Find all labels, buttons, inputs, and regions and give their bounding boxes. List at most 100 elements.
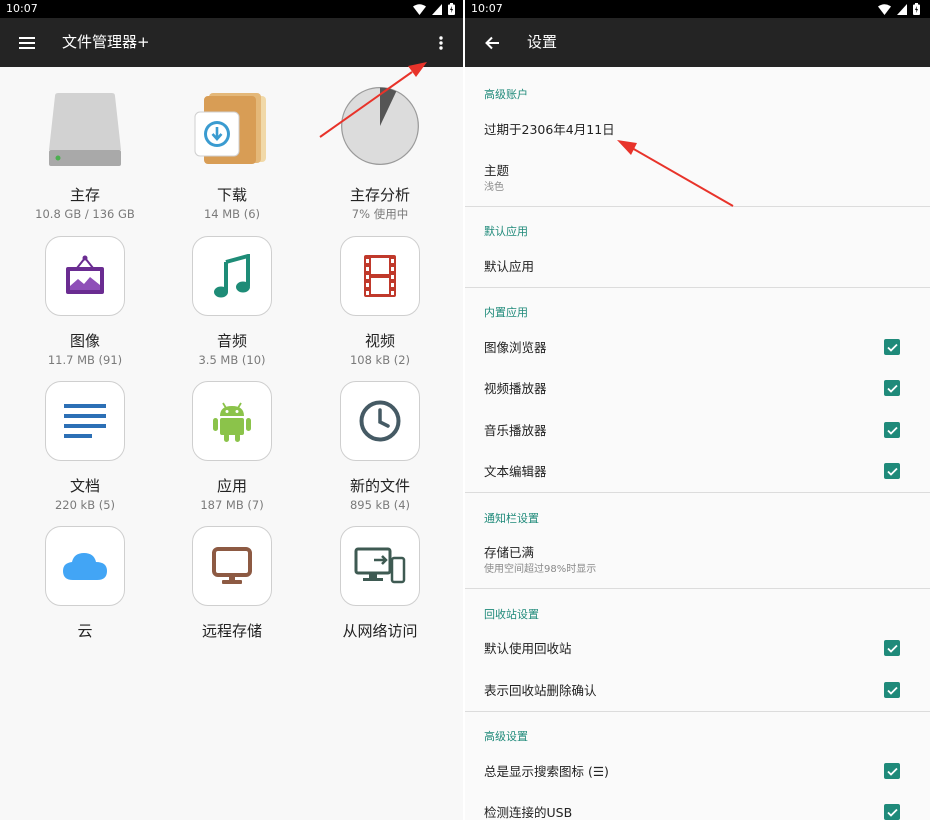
status-icons — [413, 3, 455, 15]
section-divider — [465, 492, 930, 493]
settings-screen: 10:07 设置 高级账户 过期于2306年4月11日 主题 浅色 默认应用 默… — [465, 0, 930, 820]
wifi-icon — [413, 3, 426, 15]
app-bar: 设置 — [465, 18, 930, 67]
checkbox-recycle-confirm[interactable] — [884, 682, 900, 698]
tile-network-access[interactable]: 从网络访问 — [310, 526, 450, 666]
clock-icon — [359, 400, 401, 442]
tile-sub: 14 MB (6) — [203, 207, 261, 221]
file-manager-screen: 10:07 文件管理器+ 主存 10.8 GB / 136 GB 下载 14 M… — [0, 0, 465, 820]
premium-expiry[interactable]: 过期于2306年4月11日 — [484, 122, 615, 138]
section-header-notification: 通知栏设置 — [484, 512, 539, 525]
tile-sub: 895 kB (4) — [349, 498, 411, 512]
advanced-item-search-icon[interactable]: 总是显示搜索图标 (☰) — [484, 764, 609, 780]
check-icon — [886, 808, 898, 817]
tile-sub: 11.7 MB (91) — [47, 353, 123, 367]
checkbox-use-recycle-bin[interactable] — [884, 640, 900, 656]
tile-sub: 3.5 MB (10) — [198, 353, 266, 367]
theme-value: 浅色 — [484, 182, 504, 193]
app-title: 文件管理器+ — [62, 33, 150, 51]
recycle-item-use-default[interactable]: 默认使用回收站 — [484, 641, 572, 657]
tile-remote-storage[interactable]: 远程存储 — [162, 526, 302, 666]
tile-sub: 7% 使用中 — [351, 207, 409, 221]
tile-documents[interactable]: 文档 220 kB (5) — [15, 381, 155, 521]
back-button[interactable] — [479, 30, 505, 56]
tile-label: 主存分析 — [349, 186, 410, 204]
theme-title[interactable]: 主题 — [484, 163, 509, 179]
network-devices-icon — [354, 547, 406, 584]
status-time: 10:07 — [6, 2, 38, 15]
tile-label: 应用 — [216, 477, 247, 495]
recycle-item-confirm[interactable]: 表示回收站删除确认 — [484, 683, 597, 699]
status-bar: 10:07 — [465, 0, 930, 18]
tile-label: 远程存储 — [201, 622, 262, 640]
checkbox-detect-usb[interactable] — [884, 804, 900, 820]
status-bar: 10:07 — [0, 0, 465, 18]
cell-signal-icon — [432, 3, 442, 15]
section-header-builtin: 内置应用 — [484, 306, 528, 319]
tile-main-storage[interactable]: 主存 10.8 GB / 136 GB — [15, 90, 155, 230]
more-vertical-icon — [439, 36, 443, 50]
tile-new-files[interactable]: 新的文件 895 kB (4) — [310, 381, 450, 521]
download-folder-icon — [194, 93, 266, 164]
monitor-icon — [212, 547, 252, 584]
section-header-default-app: 默认应用 — [484, 225, 528, 238]
overflow-menu-button[interactable] — [431, 30, 451, 56]
hamburger-icon — [19, 37, 35, 49]
check-icon — [886, 426, 898, 435]
tile-sub: 220 kB (5) — [54, 498, 116, 512]
tile-images[interactable]: 图像 11.7 MB (91) — [15, 236, 155, 376]
checkbox-video-player[interactable] — [884, 380, 900, 396]
tile-downloads[interactable]: 下载 14 MB (6) — [162, 90, 302, 230]
tile-cloud[interactable]: 云 — [15, 526, 155, 666]
checkbox-show-search-icon[interactable] — [884, 763, 900, 779]
builtin-item-video-player[interactable]: 视频播放器 — [484, 381, 547, 397]
tile-label: 图像 — [69, 332, 100, 350]
check-icon — [886, 767, 898, 776]
builtin-item-music-player[interactable]: 音乐播放器 — [484, 423, 547, 439]
android-icon — [213, 402, 251, 442]
settings-title: 设置 — [527, 33, 558, 51]
battery-icon — [913, 3, 920, 15]
section-header-premium: 高级账户 — [484, 88, 528, 101]
default-app-item[interactable]: 默认应用 — [484, 259, 534, 275]
status-icons — [878, 3, 920, 15]
section-divider — [465, 588, 930, 589]
cell-signal-icon — [897, 3, 907, 15]
film-strip-icon — [364, 255, 396, 297]
document-lines-icon — [64, 404, 106, 438]
checkbox-image-viewer[interactable] — [884, 339, 900, 355]
tile-label: 主存 — [69, 186, 100, 204]
check-icon — [886, 343, 898, 352]
tile-sub: 187 MB (7) — [200, 498, 264, 512]
wifi-icon — [878, 3, 891, 15]
tile-storage-analysis[interactable]: 主存分析 7% 使用中 — [310, 87, 450, 230]
section-divider — [465, 206, 930, 207]
builtin-item-text-editor[interactable]: 文本编辑器 — [484, 464, 547, 480]
tile-label: 文档 — [69, 477, 100, 495]
section-divider — [465, 287, 930, 288]
advanced-item-detect-usb[interactable]: 检测连接的USB — [484, 805, 572, 820]
tile-label: 云 — [77, 622, 93, 640]
storage-full-sub: 使用空间超过98%时显示 — [484, 564, 597, 575]
pie-chart-icon — [341, 87, 419, 165]
music-note-icon — [214, 254, 250, 298]
arrow-back-icon — [485, 36, 499, 50]
check-icon — [886, 467, 898, 476]
check-icon — [886, 384, 898, 393]
tile-label: 下载 — [216, 186, 247, 204]
checkbox-text-editor[interactable] — [884, 463, 900, 479]
checkbox-music-player[interactable] — [884, 422, 900, 438]
hamburger-menu-button[interactable] — [14, 30, 40, 56]
tile-apps[interactable]: 应用 187 MB (7) — [162, 381, 302, 521]
tile-audio[interactable]: 音频 3.5 MB (10) — [162, 236, 302, 376]
hard-drive-icon — [49, 93, 121, 166]
tile-video[interactable]: 视频 108 kB (2) — [310, 236, 450, 376]
section-divider — [465, 711, 930, 712]
cloud-icon — [63, 553, 107, 580]
tile-sub: 108 kB (2) — [349, 353, 411, 367]
storage-full-title[interactable]: 存储已满 — [484, 545, 534, 561]
tile-label: 新的文件 — [349, 477, 410, 495]
tile-label: 音频 — [216, 332, 247, 350]
builtin-item-image-viewer[interactable]: 图像浏览器 — [484, 340, 547, 356]
tile-sub: 10.8 GB / 136 GB — [35, 207, 135, 221]
